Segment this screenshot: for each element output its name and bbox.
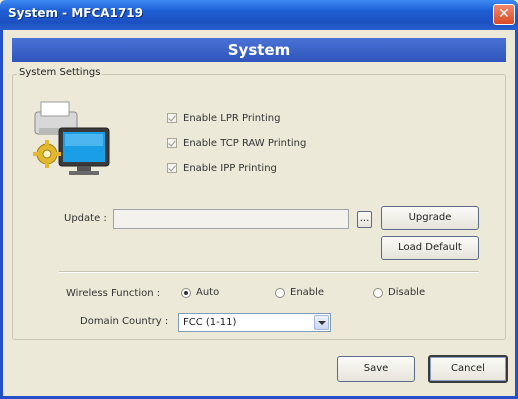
domain-country-label: Domain Country : [80,316,169,327]
upgrade-button[interactable]: Upgrade [381,206,479,230]
upgrade-button-label: Upgrade [408,212,452,223]
wireless-function-label: Wireless Function : [66,288,161,299]
checkbox-label: Enable TCP RAW Printing [183,137,307,149]
title-bar[interactable]: System - MFCA1719 ✕ [0,0,518,30]
divider [59,271,479,273]
browse-button-label: ... [359,213,370,224]
wireless-auto-radio[interactable]: Auto [181,287,219,298]
window-title: System - MFCA1719 [8,6,143,20]
chevron-down-icon[interactable] [314,315,329,330]
radio-label: Auto [196,287,220,298]
checkbox-label: Enable IPP Printing [183,162,277,174]
checkbox-label: Enable LPR Printing [183,112,281,124]
browse-button[interactable]: ... [357,211,372,228]
checkbox-box[interactable] [167,113,177,123]
update-label: Update : [64,213,107,224]
radio-button[interactable] [181,287,191,298]
close-icon: ✕ [498,6,510,22]
enable-ipp-checkbox[interactable]: Enable IPP Printing [167,161,277,175]
update-file-input[interactable] [113,209,349,229]
page-title: System [227,41,291,59]
radio-label: Enable [290,287,325,298]
enable-tcp-raw-checkbox[interactable]: Enable TCP RAW Printing [167,136,306,150]
radio-button[interactable] [275,287,285,298]
dialog-window: System - MFCA1719 ✕ System System Settin… [0,0,518,399]
radio-button[interactable] [373,287,383,298]
wireless-enable-radio[interactable]: Enable [275,287,324,298]
select-value: FCC (1-11) [183,317,237,328]
group-legend: System Settings [17,67,103,78]
load-default-button-label: Load Default [398,242,462,253]
cancel-button-label: Cancel [451,363,485,374]
domain-country-select[interactable]: FCC (1-11) [178,313,331,332]
enable-lpr-checkbox[interactable]: Enable LPR Printing [167,111,280,125]
close-button[interactable]: ✕ [493,4,515,25]
printer-computer-icon [33,101,110,175]
checkbox-box[interactable] [167,138,177,148]
cancel-button[interactable]: Cancel [428,355,508,383]
radio-label: Disable [388,287,426,298]
page-header-banner: System [12,38,506,62]
save-button-label: Save [363,363,389,374]
checkbox-box[interactable] [167,163,177,173]
save-button[interactable]: Save [337,356,415,382]
wireless-disable-radio[interactable]: Disable [373,287,425,298]
load-default-button[interactable]: Load Default [381,236,479,260]
